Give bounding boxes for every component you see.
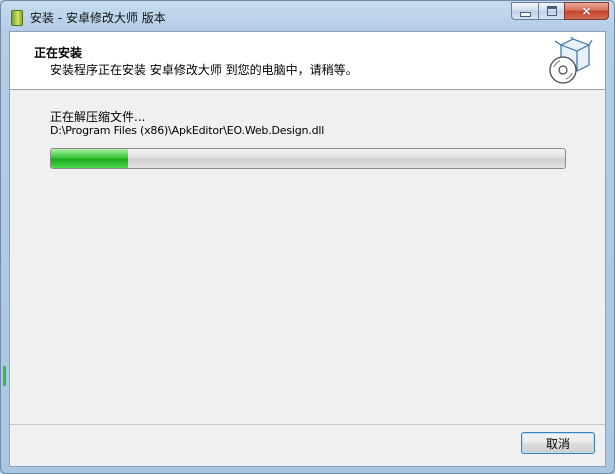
wizard-header: 正在安装 安装程序正在安装 安卓修改大师 到您的电脑中，请稍等。 xyxy=(10,32,605,90)
current-file-path: D:\Program Files (x86)\ApkEditor\EO.Web.… xyxy=(50,124,325,137)
close-button[interactable]: × xyxy=(564,2,609,20)
left-frame-strip xyxy=(1,31,9,471)
install-progress-bar xyxy=(50,148,566,169)
page-title: 正在安装 xyxy=(34,46,83,60)
close-icon: × xyxy=(581,4,592,18)
title-bar[interactable]: 安装 - 安卓修改大师 版本 × xyxy=(1,1,614,31)
maximize-button[interactable] xyxy=(538,2,564,20)
maximize-icon xyxy=(546,6,557,16)
footer-divider xyxy=(10,424,605,425)
app-icon xyxy=(11,10,23,26)
window-title: 安装 - 安卓修改大师 版本 xyxy=(30,11,166,25)
status-text: 正在解压缩文件... xyxy=(50,110,146,124)
minimize-button[interactable] xyxy=(511,2,538,20)
cancel-button[interactable]: 取消 xyxy=(521,432,595,454)
minimize-icon xyxy=(519,11,531,17)
page-subtitle: 安装程序正在安装 安卓修改大师 到您的电脑中，请稍等。 xyxy=(50,63,358,77)
dialog-body: 正在安装 安装程序正在安装 安卓修改大师 到您的电脑中，请稍等。 正在解压缩文件… xyxy=(9,31,606,467)
progress-fill xyxy=(51,149,129,168)
installer-window: 安装 - 安卓修改大师 版本 × 正在安装 安装程序正在安装 安卓修改大师 到您… xyxy=(0,0,615,474)
setup-box-cd-icon xyxy=(549,37,593,84)
caption-buttons: × xyxy=(511,2,609,22)
